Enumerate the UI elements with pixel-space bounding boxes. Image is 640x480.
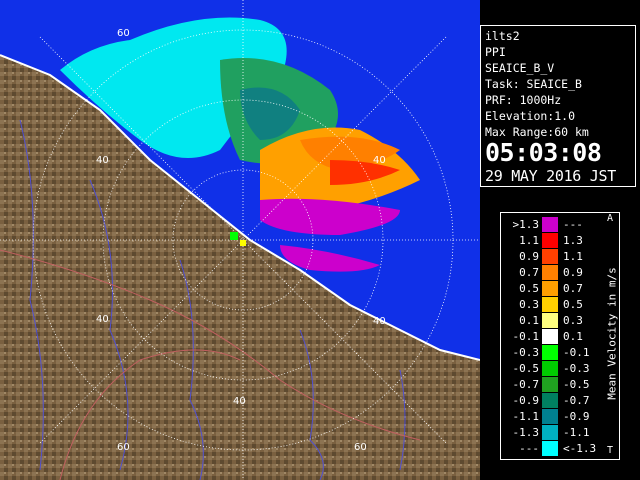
legend-row-upper: -0.7 — [563, 394, 590, 407]
legend-row-lower: -0.5 — [512, 362, 540, 375]
legend-color-swatch — [542, 393, 558, 408]
legend-row-upper: 1.3 — [563, 234, 583, 247]
ring-label-south-west: 40 — [96, 314, 109, 325]
legend-color-swatch — [542, 233, 558, 248]
legend-row: -1.1 -0.9 — [501, 409, 601, 425]
legend-row-lower: 0.9 — [519, 250, 539, 263]
legend-row: -0.1 0.1 — [501, 329, 601, 345]
legend-row: 0.1 0.3 — [501, 313, 601, 329]
legend-color-swatch — [542, 313, 558, 328]
legend-color-swatch — [542, 329, 558, 344]
legend-row-upper: 0.1 — [563, 330, 583, 343]
ring-label-south-east: 40 — [373, 316, 386, 327]
legend-row-lower: 0.3 — [519, 298, 539, 311]
legend-row-lower: -0.1 — [512, 330, 540, 343]
legend-row: 0.3 0.5 — [501, 297, 601, 313]
legend-row-lower: -0.7 — [512, 378, 540, 391]
legend-row: 1.1 1.3 — [501, 233, 601, 249]
legend-row: 0.9 1.1 — [501, 249, 601, 265]
velocity-legend: >1.3 --- 1.1 1.3 0.9 1.1 0.7 0.9 0.5 0.7 0.3 0.5 0.1… — [500, 212, 620, 460]
legend-row-upper: 1.1 — [563, 250, 583, 263]
legend-color-swatch — [542, 361, 558, 376]
legend-top-marker: A — [607, 213, 614, 224]
legend-title-box: Mean Velocity in m/s — [605, 213, 619, 459]
legend-row-lower: -0.3 — [512, 346, 540, 359]
legend-row-upper: -0.5 — [563, 378, 590, 391]
legend-row-upper: 0.5 — [563, 298, 583, 311]
scan-date: 29 MAY 2016 JST — [485, 167, 616, 185]
legend-row-upper: -0.3 — [563, 362, 590, 375]
legend-row: -0.3 -0.1 — [501, 345, 601, 361]
legend-row: >1.3 --- — [501, 217, 601, 233]
legend-color-swatch — [542, 345, 558, 360]
legend-row: -0.9 -0.7 — [501, 393, 601, 409]
legend-row: --- <-1.3 — [501, 441, 601, 457]
legend-row-upper: --- — [563, 218, 583, 231]
legend-row-lower: --- — [519, 442, 539, 455]
legend-title: Mean Velocity in m/s — [605, 267, 619, 400]
legend-bottom-marker: T — [607, 445, 614, 456]
ring-label-south: 40 — [233, 396, 246, 407]
task-name: Task: SEAICE_B — [485, 77, 582, 91]
ring-label-south-outer-right: 60 — [354, 442, 367, 453]
legend-color-swatch — [542, 425, 558, 440]
legend-color-swatch — [542, 217, 558, 232]
legend-row-upper: -0.9 — [563, 410, 590, 423]
legend-row-lower: 0.5 — [519, 282, 539, 295]
legend-color-swatch — [542, 377, 558, 392]
legend-row-lower: -1.3 — [512, 426, 540, 439]
legend-row-upper: 0.3 — [563, 314, 583, 327]
legend-row-upper: -1.1 — [563, 426, 590, 439]
ring-label-west: 40 — [96, 155, 109, 166]
prf-value: PRF: 1000Hz — [485, 93, 562, 107]
legend-row-lower: 0.7 — [519, 266, 539, 279]
legend-color-swatch — [542, 281, 558, 296]
ring-label-top: 60 — [117, 28, 130, 39]
legend-row-upper: 0.9 — [563, 266, 583, 279]
scan-mode: PPI — [485, 45, 506, 59]
legend-row: 0.7 0.9 — [501, 265, 601, 281]
info-panel: ilts2 PPI SEAICE_B_V Task: SEAICE_B PRF:… — [480, 25, 636, 187]
site-name: ilts2 — [485, 29, 520, 43]
legend-row-lower: >1.3 — [512, 218, 540, 231]
legend-row-lower: 0.1 — [519, 314, 539, 327]
legend-color-swatch — [542, 409, 558, 424]
product-name: SEAICE_B_V — [485, 61, 555, 75]
legend-row-lower: -1.1 — [512, 410, 540, 423]
legend-color-swatch — [542, 265, 558, 280]
radar-ppi-display[interactable]: 60 40 40 40 40 40 60 60 — [0, 0, 480, 480]
elevation-value: Elevation:1.0 — [485, 109, 576, 123]
legend-row-lower: 1.1 — [519, 234, 539, 247]
legend-color-swatch — [542, 441, 558, 456]
legend-row: -0.7 -0.5 — [501, 377, 601, 393]
legend-row-upper: -0.1 — [563, 346, 590, 359]
legend-row: -0.5 -0.3 — [501, 361, 601, 377]
legend-row-lower: -0.9 — [512, 394, 540, 407]
legend-row-upper: <-1.3 — [563, 442, 597, 455]
scan-time: 05:03:08 — [485, 138, 602, 167]
legend-row: -1.3 -1.1 — [501, 425, 601, 441]
legend-color-swatch — [542, 249, 558, 264]
legend-color-swatch — [542, 297, 558, 312]
ring-label-north-east: 40 — [373, 155, 386, 166]
ring-label-south-outer-left: 60 — [117, 442, 130, 453]
legend-row-upper: 0.7 — [563, 282, 583, 295]
legend-row: 0.5 0.7 — [501, 281, 601, 297]
